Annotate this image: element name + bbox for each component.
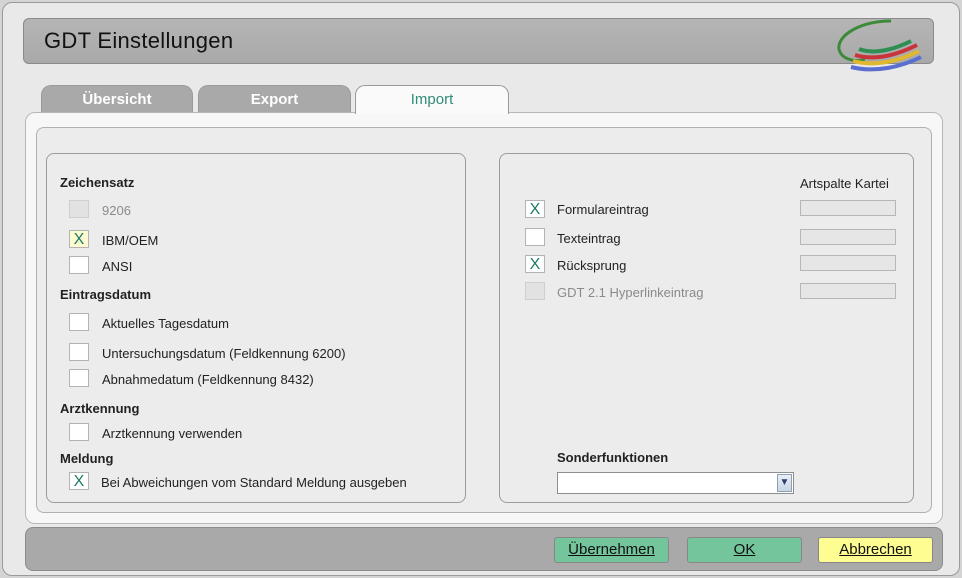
artspalte-field-texteintrag[interactable] xyxy=(800,229,896,245)
checkbox-ibm-oem[interactable]: X xyxy=(69,230,89,248)
button-bar: Übernehmen OK Abbrechen xyxy=(25,527,943,571)
checkbox-formulareintrag[interactable]: X xyxy=(525,200,545,218)
title-bar: GDT Einstellungen xyxy=(23,18,934,72)
header-artspalte-kartei: Artspalte Kartei xyxy=(800,176,889,191)
artspalte-field-hyperlinkeintrag[interactable] xyxy=(800,283,896,299)
label-gdt-hyperlinkeintrag: GDT 2.1 Hyperlinkeintrag xyxy=(557,285,704,300)
label-arztkennung-verwenden: Arztkennung verwenden xyxy=(102,426,243,441)
label-sonderfunktionen: Sonderfunktionen xyxy=(557,450,669,465)
tab-content-panel: Zeichensatz 9206 X IBM/OEM ANSI Eintrags… xyxy=(25,112,943,524)
artspalte-field-formulareintrag[interactable] xyxy=(800,200,896,216)
checkbox-arztkennung-verwenden[interactable] xyxy=(69,423,89,441)
label-abnahmedatum: Abnahmedatum (Feldkennung 8432) xyxy=(102,372,314,387)
swoosh-logo-icon xyxy=(837,19,922,72)
checkbox-ruecksprung[interactable]: X xyxy=(525,255,545,273)
checkbox-9206[interactable] xyxy=(69,200,89,218)
cancel-button[interactable]: Abbrechen xyxy=(818,537,933,563)
heading-eintragsdatum: Eintragsdatum xyxy=(60,287,152,302)
checkbox-meldung-abweichungen[interactable]: X xyxy=(69,472,89,490)
checkbox-texteintrag[interactable] xyxy=(525,228,545,246)
sonderfunktionen-select[interactable]: ▼ xyxy=(557,472,794,494)
ok-button[interactable]: OK xyxy=(687,537,802,563)
checkbox-ansi[interactable] xyxy=(69,256,89,274)
label-meldung-abweichungen: Bei Abweichungen vom Standard Meldung au… xyxy=(101,475,407,490)
label-aktuelles-tagesdatum: Aktuelles Tagesdatum xyxy=(102,316,229,331)
settings-area: Zeichensatz 9206 X IBM/OEM ANSI Eintrags… xyxy=(36,127,932,513)
label-9206: 9206 xyxy=(102,203,131,218)
label-ansi: ANSI xyxy=(102,259,133,274)
artspalte-field-ruecksprung[interactable] xyxy=(800,255,896,271)
label-untersuchungsdatum: Untersuchungsdatum (Feldkennung 6200) xyxy=(102,346,346,361)
checkbox-untersuchungsdatum[interactable] xyxy=(69,343,89,361)
apply-button[interactable]: Übernehmen xyxy=(554,537,669,563)
label-formulareintrag: Formulareintrag xyxy=(557,202,649,217)
label-texteintrag: Texteintrag xyxy=(557,231,621,246)
tab-export[interactable]: Export xyxy=(198,85,351,113)
heading-zeichensatz: Zeichensatz xyxy=(60,175,135,190)
tab-import[interactable]: Import xyxy=(355,85,509,114)
checkbox-aktuelles-tagesdatum[interactable] xyxy=(69,313,89,331)
heading-arztkennung: Arztkennung xyxy=(60,401,140,416)
window-title: GDT Einstellungen xyxy=(44,28,234,53)
label-ibm-oem: IBM/OEM xyxy=(102,233,159,248)
checkbox-gdt-hyperlinkeintrag[interactable] xyxy=(525,282,545,300)
tab-uebersicht[interactable]: Übersicht xyxy=(41,85,193,113)
left-settings-group: Zeichensatz 9206 X IBM/OEM ANSI Eintrags… xyxy=(46,153,466,503)
right-settings-group: Artspalte Kartei X Formulareintrag Texte… xyxy=(499,153,914,503)
heading-meldung: Meldung xyxy=(60,451,114,466)
label-ruecksprung: Rücksprung xyxy=(557,258,627,273)
dialog-window: GDT Einstellungen Übersicht Export Impor… xyxy=(2,2,960,576)
checkbox-abnahmedatum[interactable] xyxy=(69,369,89,387)
chevron-down-icon[interactable]: ▼ xyxy=(777,474,792,492)
